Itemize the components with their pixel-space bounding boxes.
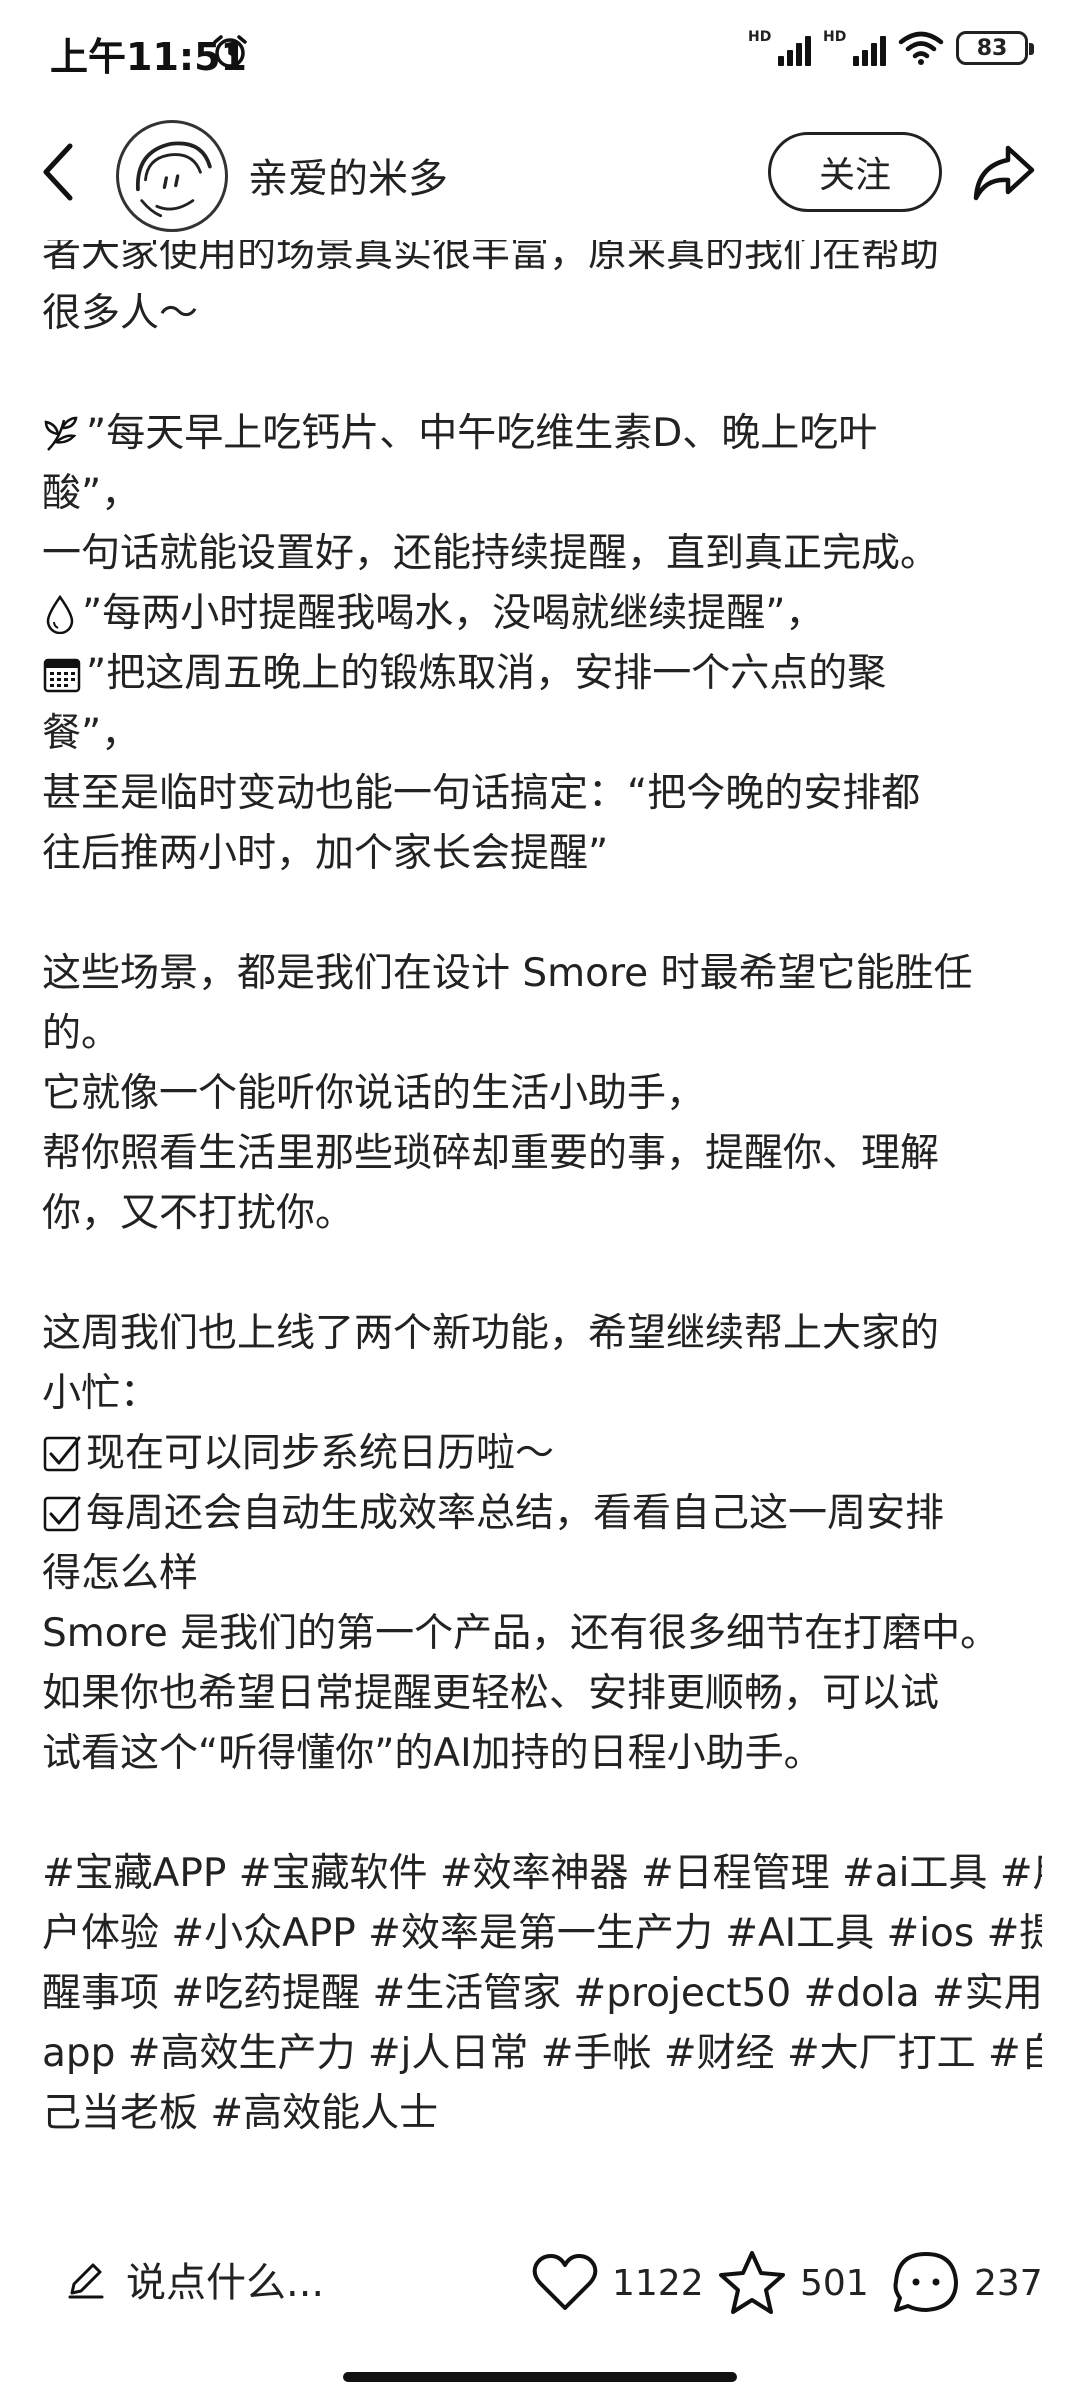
check-box-icon <box>42 1494 82 1534</box>
text-line: Smore 是我们的第一个产品，还有很多细节在打磨中。 <box>42 1611 1000 1656</box>
author-name[interactable]: 亲爱的米多 <box>248 146 448 204</box>
topic-tags[interactable]: app #高效生产力 #j人日常 #手帐 #财经 #大厂打工 #自 <box>42 2024 1042 2084</box>
home-indicator[interactable] <box>343 2372 737 2382</box>
text-line: 如果你也希望日常提醒更轻松、安排更顺畅，可以试 <box>42 1671 940 1716</box>
signal-hd-icon: HD <box>823 30 886 66</box>
text-line: 它就像一个能听你说话的生活小助手， <box>42 1071 706 1116</box>
text-line: 酸”， <box>42 471 141 516</box>
comment-placeholder[interactable]: 说点什么... <box>126 2250 324 2308</box>
text-line: 每周还会自动生成效率总结，看看自己这一周安排 <box>42 1484 1042 1544</box>
star-icon <box>719 2251 785 2314</box>
text-line: 这些场景，都是我们在设计 Smore 时最希望它能胜任 <box>42 951 973 996</box>
text-line: 帮你照看生活里那些琐碎却重要的事，提醒你、理解 <box>42 1131 940 1176</box>
text-line: ”每两小时提醒我喝水，没喝就继续提醒”， <box>42 584 1042 644</box>
text-line: 者大家使用的场景真实很丰富，原来真的我们在帮助 <box>42 240 940 276</box>
signal-hd-icon: HD <box>748 30 811 66</box>
text-line: 的。 <box>42 1011 121 1056</box>
battery-level: 83 <box>976 35 1008 61</box>
topic-tags[interactable]: 己当老板 #高效能人士 <box>42 2084 1042 2144</box>
share-icon[interactable] <box>970 140 1036 204</box>
collect-count: 501 <box>800 2262 869 2304</box>
text-line: ”每天早上吃钙片、中午吃维生素D、晚上吃叶 <box>42 404 1042 464</box>
text-line: 小忙： <box>42 1371 160 1416</box>
collect-button[interactable]: 501 <box>716 2248 869 2318</box>
post-header: 亲爱的米多 关注 <box>0 110 1080 240</box>
droplet-icon <box>42 594 78 634</box>
text-line: 得怎么样 <box>42 1551 199 1596</box>
text-line: 一句话就能设置好，还能持续提醒，直到真正完成。 <box>42 531 940 576</box>
text-line: 试看这个“听得懂你”的AI加持的日程小助手。 <box>42 1731 823 1776</box>
status-bar: 上午11:51 HD HD 83 <box>0 0 1080 110</box>
check-box-icon <box>42 1434 82 1474</box>
text-line: 餐”， <box>42 711 141 756</box>
like-button[interactable]: 1122 <box>530 2248 704 2318</box>
avatar[interactable] <box>116 120 228 232</box>
back-icon[interactable] <box>38 140 78 204</box>
battery-icon: 83 <box>956 31 1034 65</box>
pencil-icon <box>68 2263 104 2299</box>
text-line: 甚至是临时变动也能一句话搞定：“把今晚的安排都 <box>42 771 921 816</box>
comment-count: 237 <box>974 2262 1043 2304</box>
comment-button[interactable]: 237 <box>890 2248 1043 2318</box>
calendar-icon <box>42 654 82 694</box>
follow-button[interactable]: 关注 <box>768 132 942 212</box>
wifi-icon <box>898 31 944 65</box>
heart-icon <box>532 2254 598 2310</box>
text-line: 这周我们也上线了两个新功能，希望继续帮上大家的 <box>42 1311 940 1356</box>
like-count: 1122 <box>612 2262 704 2304</box>
text-line: 你，又不打扰你。 <box>42 1191 355 1236</box>
engagement-bar: 说点什么... 1122 501 237 <box>0 2230 1080 2340</box>
topic-tags[interactable]: 户体验 #小众APP #效率是第一生产力 #AI工具 #ios #提 <box>42 1904 1042 1964</box>
herb-icon <box>42 414 82 454</box>
text-line: 很多人～ <box>42 291 199 336</box>
avatar-drawing-icon <box>136 141 212 218</box>
status-icons: HD HD 83 <box>748 30 1034 66</box>
post-content: 者大家使用的场景真实很丰富，原来真的我们在帮助 很多人～ ”每天早上吃钙片、中午… <box>42 240 1042 2200</box>
text-line: 现在可以同步系统日历啦～ <box>42 1424 1042 1484</box>
topic-tags[interactable]: 醒事项 #吃药提醒 #生活管家 #project50 #dola #实用 <box>42 1964 1042 2024</box>
comment-bubble-icon <box>893 2252 958 2312</box>
alarm-icon <box>213 35 247 68</box>
text-line: 往后推两小时，加个家长会提醒” <box>42 831 609 876</box>
text-line: ”把这周五晚上的锻炼取消，安排一个六点的聚 <box>42 644 1042 704</box>
comment-input[interactable]: 说点什么... <box>66 2250 324 2308</box>
topic-tags[interactable]: #宝藏APP #宝藏软件 #效率神器 #日程管理 #ai工具 #用 <box>42 1844 1042 1904</box>
